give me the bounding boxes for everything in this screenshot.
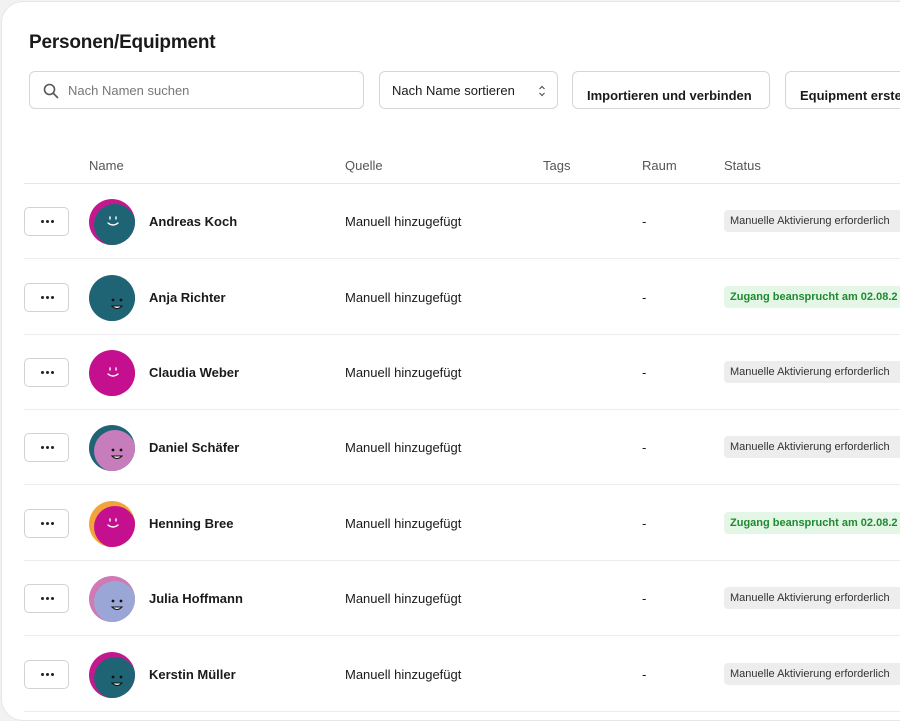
- dot: [41, 597, 44, 600]
- column-header-name[interactable]: Name: [89, 158, 124, 173]
- status-badge: Manuelle Aktivierung erforderlich: [724, 587, 900, 609]
- row-actions-button[interactable]: [24, 283, 69, 312]
- source-value: Manuell hinzugefügt: [345, 290, 462, 305]
- dot: [41, 220, 44, 223]
- room-value: -: [642, 591, 647, 606]
- row-divider: [24, 258, 900, 259]
- person-name[interactable]: Andreas Koch: [149, 214, 237, 229]
- main-panel: Personen/Equipment Nach Name sortieren I…: [1, 1, 900, 721]
- status-badge: Zugang beansprucht am 02.08.2: [724, 286, 900, 308]
- status-badge: Manuelle Aktivierung erforderlich: [724, 436, 900, 458]
- column-header-room[interactable]: Raum: [642, 158, 677, 173]
- table-row[interactable]: Julia Hoffmann Manuell hinzugefügt - Manuel…: [2, 561, 900, 636]
- dot: [46, 371, 49, 374]
- source-value: Manuell hinzugefügt: [345, 591, 462, 606]
- dot: [51, 371, 54, 374]
- room-value: -: [642, 290, 647, 305]
- page-title: Personen/Equipment: [29, 32, 216, 53]
- row-divider: [24, 484, 900, 485]
- column-header-status[interactable]: Status: [724, 158, 761, 173]
- dot: [41, 371, 44, 374]
- table-row[interactable]: Daniel Schäfer Manuell hinzugefügt - Manuel…: [2, 410, 900, 485]
- dot: [46, 446, 49, 449]
- person-name[interactable]: Anja Richter: [149, 290, 226, 305]
- dot: [51, 220, 54, 223]
- room-value: -: [642, 667, 647, 682]
- sort-select-label: Nach Name sortieren: [392, 83, 515, 98]
- dot: [46, 220, 49, 223]
- avatar: [89, 652, 135, 698]
- avatar: [89, 501, 135, 547]
- table-row[interactable]: Andreas Koch Manuell hinzugefügt - Manuelle…: [2, 184, 900, 259]
- table-row[interactable]: Anja Richter Manuell hinzugefügt - Zugang b…: [2, 260, 900, 335]
- row-divider: [24, 711, 900, 712]
- dot: [41, 522, 44, 525]
- search-input[interactable]: [68, 72, 358, 108]
- column-header-source[interactable]: Quelle: [345, 158, 383, 173]
- search-box[interactable]: [29, 71, 364, 109]
- dot: [51, 522, 54, 525]
- person-name[interactable]: Julia Hoffmann: [149, 591, 243, 606]
- row-actions-button[interactable]: [24, 358, 69, 387]
- source-value: Manuell hinzugefügt: [345, 440, 462, 455]
- dot: [51, 597, 54, 600]
- dot: [46, 296, 49, 299]
- status-badge: Manuelle Aktivierung erforderlich: [724, 361, 900, 383]
- person-name[interactable]: Claudia Weber: [149, 365, 239, 380]
- avatar: [89, 350, 135, 396]
- dot: [51, 296, 54, 299]
- room-value: -: [642, 214, 647, 229]
- sort-select[interactable]: Nach Name sortieren: [379, 71, 558, 109]
- chevron-up-down-icon: [539, 85, 545, 97]
- room-value: -: [642, 440, 647, 455]
- row-actions-button[interactable]: [24, 207, 69, 236]
- person-name[interactable]: Kerstin Müller: [149, 667, 236, 682]
- person-name[interactable]: Daniel Schäfer: [149, 440, 239, 455]
- row-actions-button[interactable]: [24, 433, 69, 462]
- dot: [41, 673, 44, 676]
- avatar: [89, 576, 135, 622]
- status-badge: Manuelle Aktivierung erforderlich: [724, 663, 900, 685]
- row-actions-button[interactable]: [24, 584, 69, 613]
- search-icon: [43, 83, 59, 99]
- source-value: Manuell hinzugefügt: [345, 365, 462, 380]
- person-name[interactable]: Henning Bree: [149, 516, 234, 531]
- status-badge: Zugang beansprucht am 02.08.2: [724, 512, 900, 534]
- table-row[interactable]: Kerstin Müller Manuell hinzugefügt - Manuel…: [2, 637, 900, 712]
- status-badge: Manuelle Aktivierung erforderlich: [724, 210, 900, 232]
- table-row[interactable]: Claudia Weber Manuell hinzugefügt - Manuell…: [2, 335, 900, 410]
- row-actions-button[interactable]: [24, 509, 69, 538]
- dot: [46, 673, 49, 676]
- dot: [51, 673, 54, 676]
- avatar: [89, 199, 135, 245]
- row-divider: [24, 635, 900, 636]
- table-row[interactable]: Henning Bree Manuell hinzugefügt - Zugang b…: [2, 486, 900, 561]
- import-connect-button[interactable]: Importieren und verbinden: [572, 71, 770, 109]
- dot: [46, 597, 49, 600]
- dot: [46, 522, 49, 525]
- column-header-tags[interactable]: Tags: [543, 158, 570, 173]
- room-value: -: [642, 365, 647, 380]
- create-equipment-button[interactable]: Equipment erste: [785, 71, 900, 109]
- avatar: [89, 275, 135, 321]
- room-value: -: [642, 516, 647, 531]
- dot: [41, 296, 44, 299]
- dot: [41, 446, 44, 449]
- row-actions-button[interactable]: [24, 660, 69, 689]
- source-value: Manuell hinzugefügt: [345, 667, 462, 682]
- source-value: Manuell hinzugefügt: [345, 214, 462, 229]
- avatar: [89, 425, 135, 471]
- dot: [51, 446, 54, 449]
- source-value: Manuell hinzugefügt: [345, 516, 462, 531]
